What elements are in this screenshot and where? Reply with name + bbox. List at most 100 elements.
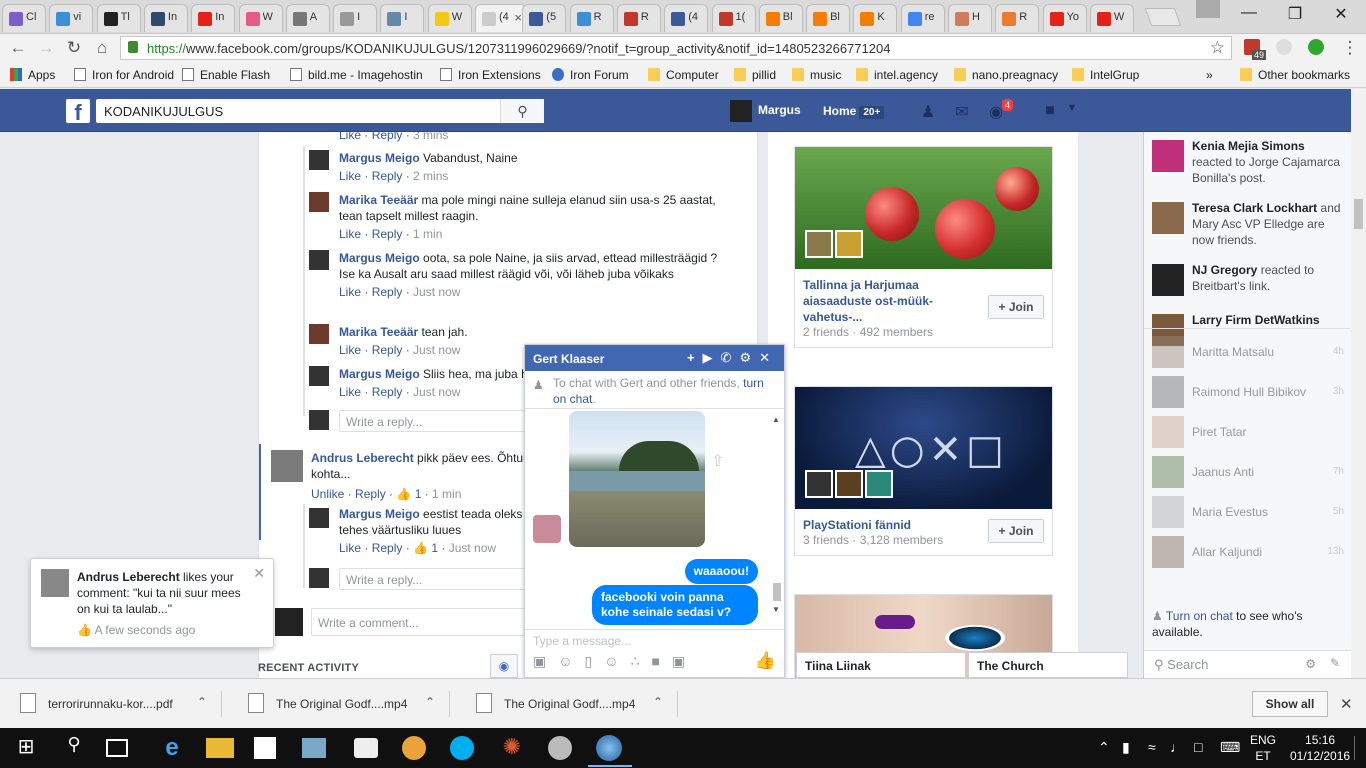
write-reply-field[interactable]: Write a reply... [339, 568, 529, 590]
browser-tab[interactable]: Bl [758, 4, 803, 32]
browser-tab[interactable]: W [427, 4, 472, 32]
close-tab-icon[interactable]: × [514, 10, 522, 25]
download-item[interactable]: The Original Godf....mp4 ⌃ [456, 691, 678, 717]
unlike-link[interactable]: Unlike [311, 487, 344, 501]
gif-icon[interactable]: ▯ [585, 653, 605, 669]
replier-name[interactable]: Margus Meigo [339, 251, 420, 265]
close-icon[interactable]: ✕ [1340, 695, 1353, 713]
profile-link[interactable]: Margus [730, 100, 801, 122]
menu-icon[interactable]: ⋮ [1340, 38, 1360, 58]
chat-search[interactable]: ⚲ Search ⚙ ✎ [1144, 650, 1351, 678]
file-explorer-icon[interactable] [206, 738, 234, 758]
group-name[interactable]: Tallinna ja Harjumaa aiasaaduste ost-müü… [803, 277, 973, 325]
reply-link[interactable]: Reply [372, 541, 403, 555]
chevron-up-icon[interactable]: ⌃ [425, 695, 435, 709]
photo-icon[interactable]: ▣ [533, 653, 558, 669]
extension-gray-icon[interactable] [1276, 39, 1292, 55]
reply-link[interactable]: Reply [372, 385, 403, 399]
account-dropdown-icon[interactable]: ▼ [1062, 102, 1082, 120]
bookmark-item[interactable]: Enable Flash [182, 68, 270, 82]
browser-tab[interactable]: I [333, 4, 378, 32]
browser-tab[interactable]: Bl [806, 4, 851, 32]
bookmark-item[interactable]: Other bookmarks [1240, 68, 1350, 82]
emoji-icon[interactable]: ☺ [604, 653, 630, 669]
contact-item[interactable]: Maria Evestus 5h [1152, 494, 1348, 530]
browser-tab[interactable]: Yo [1042, 4, 1087, 32]
contact-item[interactable]: Piret Tatar [1152, 414, 1348, 450]
contact-item[interactable]: Allar Kaljundi 13h [1152, 534, 1348, 570]
like-link[interactable]: Like [339, 285, 361, 299]
reload-button[interactable]: ↻ [64, 38, 84, 58]
gear-icon[interactable]: ⚙ [739, 350, 759, 365]
bookmark-item[interactable]: IntelGrup [1072, 68, 1139, 82]
browser-tab[interactable]: (5 [522, 4, 567, 32]
bookmark-item[interactable]: music [792, 68, 841, 82]
browser-tab[interactable]: In [191, 4, 236, 32]
messages-icon[interactable]: ✉ [952, 102, 972, 121]
windows-start-icon[interactable]: ⊞ [12, 734, 40, 762]
browser-tab[interactable]: re [900, 4, 945, 32]
replier-name[interactable]: Margus Meigo [339, 151, 420, 165]
turn-on-chat-link[interactable]: Turn on chat [1166, 609, 1233, 623]
clock[interactable]: 15:16 01/12/2016 [1290, 732, 1350, 764]
like-link[interactable]: Like [339, 343, 361, 357]
browser-tab[interactable]: R [995, 4, 1040, 32]
skype-icon[interactable] [450, 736, 474, 760]
message-input[interactable]: Type a message... [525, 629, 784, 651]
bookmark-item[interactable]: pillid [734, 68, 776, 82]
chat-title[interactable]: Gert Klaaser [533, 352, 604, 366]
join-group-button[interactable]: + Join [988, 519, 1044, 543]
close-icon[interactable]: ✕ [759, 350, 778, 365]
share-icon[interactable]: ⇧ [711, 451, 724, 471]
commenter-name[interactable]: Andrus Leberecht [311, 451, 414, 465]
shared-photo[interactable] [569, 411, 705, 547]
forward-button[interactable]: → [36, 38, 56, 58]
paint-icon[interactable] [402, 736, 426, 760]
task-view-icon[interactable] [106, 739, 128, 757]
reply-link[interactable]: Reply [372, 343, 403, 357]
bookmark-star-icon[interactable]: ☆ [1210, 38, 1225, 58]
chevron-up-icon[interactable]: ⌃ [653, 695, 663, 709]
show-all-button[interactable]: Show all [1252, 691, 1328, 717]
download-item[interactable]: The Original Godf....mp4 ⌃ [228, 691, 450, 717]
extension-power-icon[interactable] [1308, 39, 1324, 55]
volume-icon[interactable]: ♩ [1170, 739, 1184, 755]
like-link[interactable]: Like [339, 385, 361, 399]
browser-tab[interactable]: 1( [711, 4, 756, 32]
browser-tab[interactable]: vi [49, 4, 94, 32]
chat-scrollbar[interactable]: ▲ ▼ [772, 415, 782, 625]
browser-tab[interactable]: I [380, 4, 425, 32]
replier-name[interactable]: Marika Teeäär [339, 325, 418, 339]
phone-icon[interactable]: ✆ [721, 350, 740, 365]
show-hidden-icons[interactable]: ⌃ [1098, 739, 1110, 756]
search-icon[interactable]: ⚲ [60, 734, 88, 762]
bookmark-item[interactable]: intel.agency [856, 68, 938, 82]
chat-tab[interactable]: Tiina Liinak [796, 652, 966, 678]
camera-icon[interactable] [354, 738, 378, 758]
download-item[interactable]: terrorirunnaku-kor....pdf ⌃ [0, 691, 222, 717]
browser-tab[interactable]: W [1089, 4, 1134, 32]
notification-center-icon[interactable]: □ [1194, 739, 1202, 755]
reply-link[interactable]: Reply [355, 487, 386, 501]
browser-tab[interactable]: Tl [96, 4, 141, 32]
battery-icon[interactable]: ▮ [1122, 739, 1130, 756]
compose-icon[interactable]: ✎ [1330, 656, 1340, 670]
contact-item[interactable]: Raimond Hull Bibikov 3h [1152, 374, 1348, 410]
game-icon[interactable]: ■ [651, 653, 671, 669]
address-bar[interactable]: https://www.facebook.com/groups/KODANIKU… [120, 36, 1232, 60]
bookmark-item[interactable]: Iron Extensions [440, 68, 541, 82]
back-button[interactable]: ← [8, 38, 28, 58]
app-icon[interactable] [548, 736, 572, 760]
close-icon[interactable]: ✕ [253, 565, 265, 582]
replier-name[interactable]: Marika Teeäär [339, 193, 418, 207]
keyboard-icon[interactable]: ⌨ [1220, 739, 1240, 756]
like-link[interactable]: Like [339, 541, 361, 555]
browser-tab[interactable]: Cl [2, 4, 46, 32]
scrollbar-thumb[interactable] [1354, 199, 1363, 229]
attachment-icon[interactable]: ∴ [631, 653, 652, 669]
search-input[interactable] [96, 99, 500, 123]
replier-name[interactable]: Margus Meigo [339, 507, 420, 521]
camera-icon[interactable]: ▣ [672, 653, 697, 669]
restore-button[interactable]: ❐ [1280, 4, 1310, 24]
home-link[interactable]: Home 20+ [823, 104, 885, 119]
